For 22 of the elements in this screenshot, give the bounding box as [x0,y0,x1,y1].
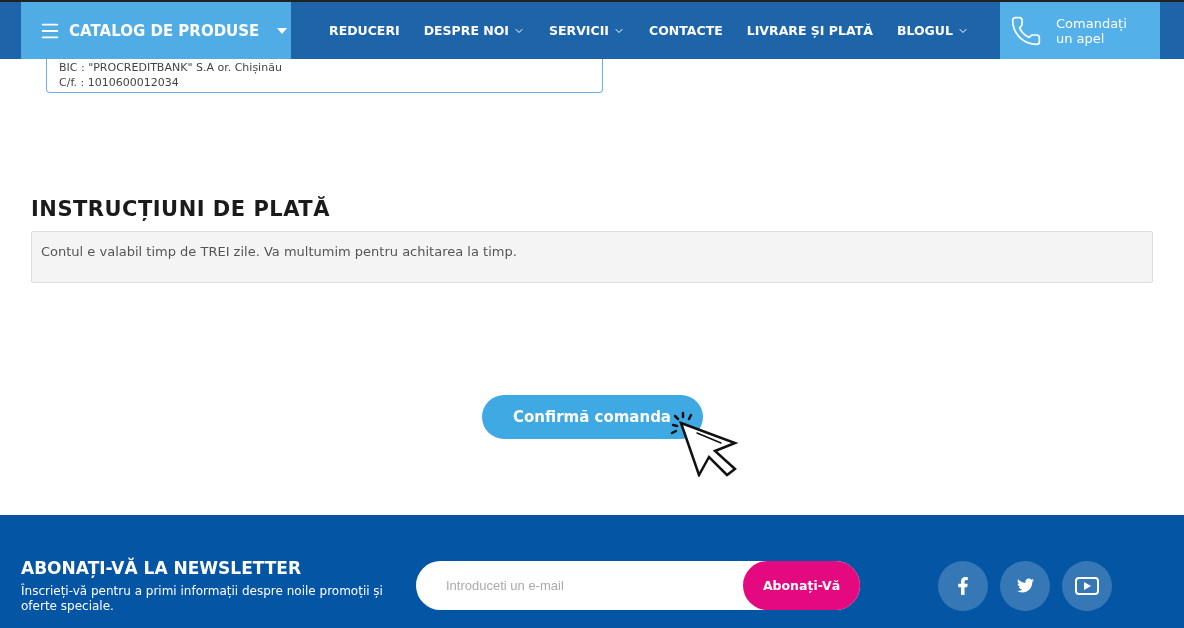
subscribe-button[interactable]: Abonați-Vă [743,561,860,610]
caret-icon [277,27,288,34]
nav-link[interactable]: BLOGUL [884,23,981,38]
twitter-icon [1016,577,1034,594]
email-field[interactable]: Introduceti un e-mail Abonați-Vă [416,561,860,610]
social-button[interactable] [1062,560,1112,611]
cursor-click-icon [669,411,739,477]
nav-link[interactable]: SERVICII [537,23,637,38]
bank-detail: BIC : "PROCREDITBANK" S.A or. Chișinău [59,60,283,75]
social-button[interactable] [938,560,988,611]
social-button[interactable] [1000,560,1050,611]
nav-link[interactable]: CONTACTE [637,23,735,38]
newsletter-title: ABONAȚI-VĂ LA NEWSLETTER [21,557,303,578]
bank-detail: C/f. : 1010600012034 [59,75,180,90]
instructions-text: Contul e valabil timp de TREI zile. Va multumim pentru achitarea la timp. [31,231,1153,283]
section-title: INSTRUCȚIUNI DE PLATĂ [31,197,331,221]
nav-link[interactable]: DESPRE NOI [411,23,538,38]
youtube-icon [1075,576,1099,595]
nav-link[interactable]: LIVRARE ȘI PLATĂ [734,23,885,38]
newsletter-text: Înscrieți-vă pentru a primi informații despre noile promoții și oferte speciale. [21,583,384,614]
phone-icon [1010,14,1042,47]
nav-link[interactable]: REDUCERI [317,23,412,38]
